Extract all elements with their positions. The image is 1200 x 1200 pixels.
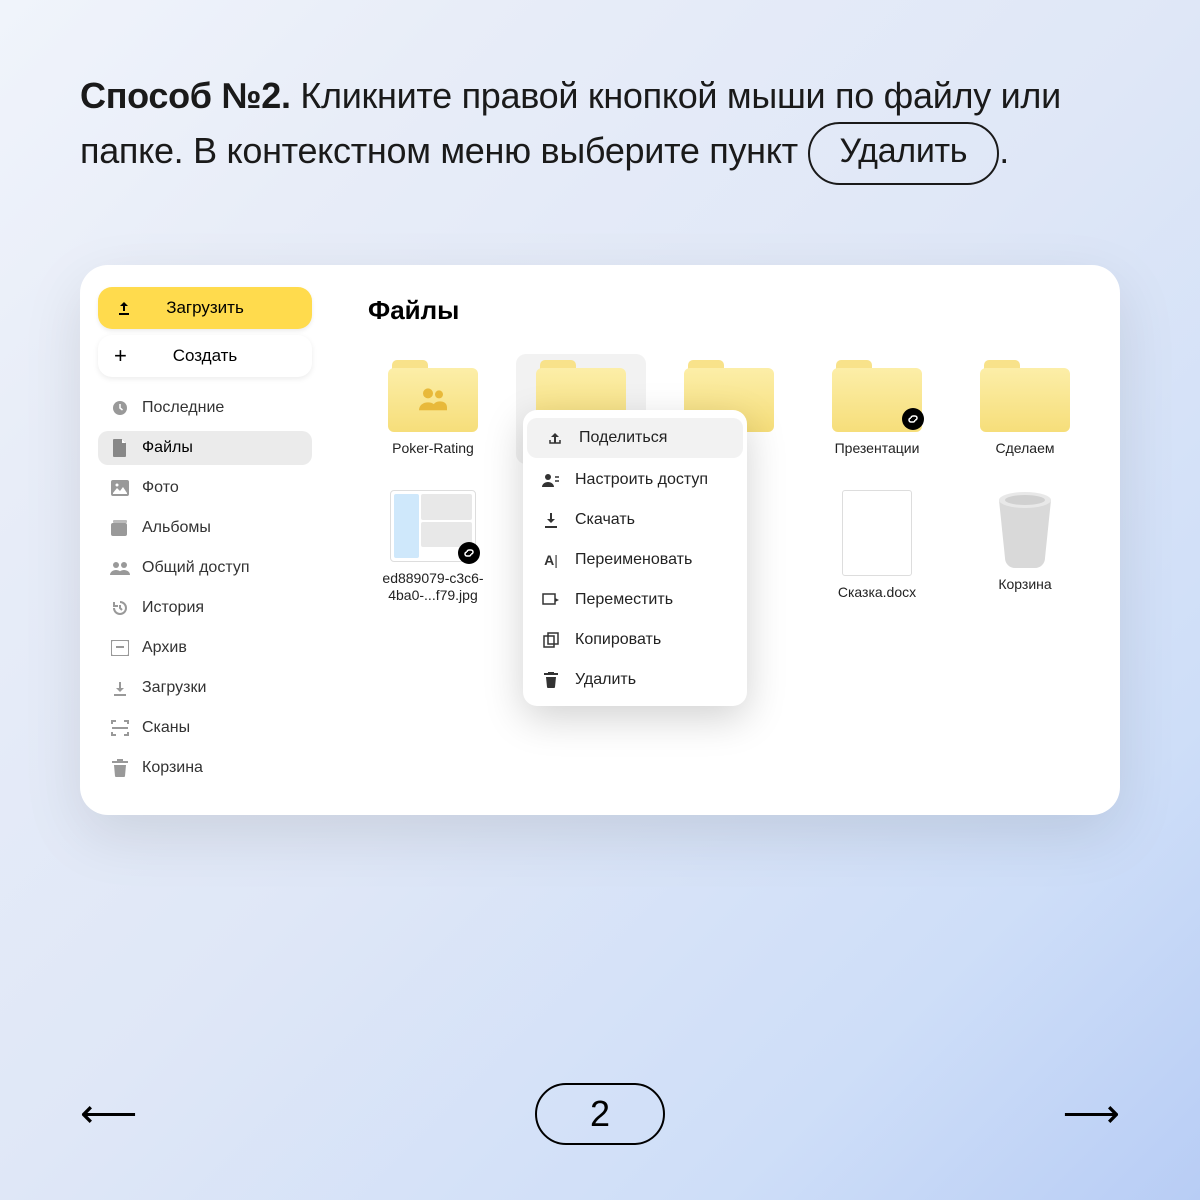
sidebar-item-shared[interactable]: Общий доступ [98,551,312,585]
folder-icon [388,360,478,432]
page-number: 2 [535,1083,665,1145]
upload-icon [116,300,132,316]
download-icon [541,512,561,528]
sidebar-item-label: Фото [142,479,179,497]
download-icon [110,680,130,696]
delete-icon [541,672,561,688]
main-content: Файлы Poker-Rating Бели [328,265,1120,815]
trash-icon [110,759,130,777]
share-icon [545,430,565,446]
menu-item-share[interactable]: Поделиться [527,418,743,458]
create-button[interactable]: + Создать [98,335,312,377]
trash-item[interactable]: Корзина [960,484,1090,611]
prev-arrow[interactable]: ⟵ [80,1091,137,1137]
menu-item-download[interactable]: Скачать [523,500,747,540]
pager: ⟵ 2 ⟶ [0,1083,1200,1145]
sidebar-item-label: Файлы [142,439,193,457]
sidebar-item-files[interactable]: Файлы [98,431,312,465]
document-thumbnail [842,490,912,576]
sidebar-item-scans[interactable]: Сканы [98,711,312,745]
folder-item[interactable]: Сделаем [960,354,1090,464]
folder-label: Poker-Rating [392,440,474,458]
sidebar-item-label: Альбомы [142,519,211,537]
sidebar-item-label: Последние [142,399,224,417]
folder-label: Сделаем [996,440,1055,458]
access-icon [541,473,561,487]
menu-item-access[interactable]: Настроить доступ [523,460,747,500]
folder-item[interactable]: Презентации [812,354,942,464]
sidebar-item-label: Сканы [142,719,190,737]
menu-item-label: Поделиться [579,429,667,447]
shared-badge-icon [418,387,448,411]
instruction-part2: . [999,130,1009,171]
file-label: ed889079-c3c6-4ba0-...f79.jpg [374,570,492,605]
sidebar-item-label: Загрузки [142,679,206,697]
menu-item-rename[interactable]: A| Переименовать [523,540,747,580]
context-menu: Поделиться Настроить доступ Скачать A| П… [523,410,747,706]
menu-item-delete[interactable]: Удалить [523,660,747,700]
trash-bin-icon [993,490,1057,568]
sidebar-item-photo[interactable]: Фото [98,471,312,505]
file-icon [110,439,130,457]
instruction-bold: Способ №2. [80,75,291,116]
sidebar-item-label: Общий доступ [142,559,250,577]
document-file-item[interactable]: Сказка.docx [812,484,942,611]
menu-item-label: Настроить доступ [575,471,708,489]
rename-icon: A| [541,552,561,568]
create-label: Создать [173,346,238,366]
move-icon [541,593,561,607]
sidebar-item-trash[interactable]: Корзина [98,751,312,785]
sidebar-item-albums[interactable]: Альбомы [98,511,312,545]
sidebar-item-label: Корзина [142,759,203,777]
menu-item-label: Удалить [575,671,636,689]
menu-item-label: Скачать [575,511,635,529]
menu-item-label: Переименовать [575,551,692,569]
copy-icon [541,632,561,648]
instruction-text: Способ №2. Кликните правой кнопкой мыши … [0,0,1200,225]
sidebar-item-downloads[interactable]: Загрузки [98,671,312,705]
sidebar-item-history[interactable]: История [98,591,312,625]
sidebar-item-label: История [142,599,204,617]
menu-item-move[interactable]: Переместить [523,580,747,620]
folder-item[interactable]: Poker-Rating [368,354,498,464]
sidebar-item-archive[interactable]: Архив [98,631,312,665]
album-icon [110,520,130,536]
menu-item-label: Переместить [575,591,673,609]
clock-icon [110,399,130,417]
file-manager-window: Загрузить + Создать Последние Файлы Фото… [80,265,1120,815]
archive-icon [110,640,130,656]
trash-label: Корзина [998,576,1051,594]
menu-item-label: Копировать [575,631,661,649]
next-arrow[interactable]: ⟶ [1063,1091,1120,1137]
page-title: Файлы [368,295,1090,326]
history-icon [110,599,130,617]
folder-icon [980,360,1070,432]
scan-icon [110,720,130,736]
image-file-item[interactable]: ed889079-c3c6-4ba0-...f79.jpg [368,484,498,611]
sidebar: Загрузить + Создать Последние Файлы Фото… [80,265,328,815]
file-label: Сказка.docx [838,584,916,602]
users-icon [110,560,130,576]
sidebar-item-recent[interactable]: Последние [98,391,312,425]
upload-button[interactable]: Загрузить [98,287,312,329]
sidebar-item-label: Архив [142,639,187,657]
menu-item-copy[interactable]: Копировать [523,620,747,660]
folder-label: Презентации [835,440,920,458]
link-badge-icon [458,542,480,564]
image-icon [110,480,130,496]
upload-label: Загрузить [166,298,244,318]
plus-icon: + [114,343,127,369]
delete-pill: Удалить [808,122,1000,185]
